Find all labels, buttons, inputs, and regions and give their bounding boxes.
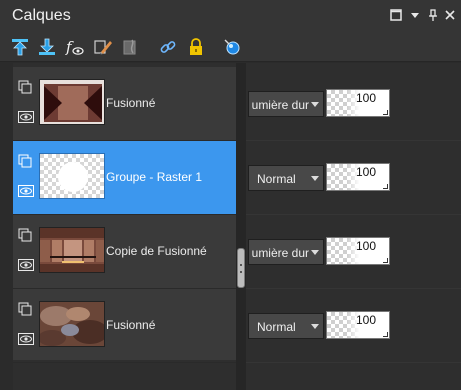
blend-mode-dropdown[interactable]: umière dur	[248, 239, 324, 265]
layer-type-icon	[18, 154, 32, 168]
layer-name: Fusionné	[106, 96, 156, 110]
layer-thumbnail	[39, 79, 105, 125]
resize-corner-icon	[383, 258, 388, 263]
opacity-value: 100	[356, 239, 377, 253]
layers-toolbar: f	[0, 32, 461, 62]
layer-thumbnail	[39, 153, 105, 199]
svg-text:f: f	[65, 38, 74, 56]
layer-thumbnail	[39, 227, 105, 273]
visibility-eye-icon[interactable]	[18, 184, 34, 197]
layer-name: Groupe - Raster 1	[106, 170, 203, 184]
chevron-down-icon	[311, 250, 319, 255]
mask-icon[interactable]	[121, 37, 141, 57]
layer-effects-icon[interactable]	[222, 37, 242, 57]
opacity-field[interactable]: 100	[326, 89, 390, 117]
layer-name: Copie de Fusionné	[106, 244, 207, 258]
layer-thumbnail	[39, 301, 105, 347]
blend-mode-dropdown[interactable]: umière dur	[248, 91, 324, 117]
resize-corner-icon	[383, 184, 388, 189]
blend-mode-value: umière dur	[251, 246, 309, 260]
move-layer-up-icon[interactable]	[10, 37, 30, 57]
blend-mode-value: umière dur	[251, 98, 309, 112]
link-icon[interactable]	[158, 37, 178, 57]
splitter-grip[interactable]	[237, 248, 245, 288]
blend-mode-dropdown[interactable]: Normal	[248, 165, 324, 191]
layer-row-fusionne-1[interactable]: Fusionné	[13, 67, 236, 141]
layer-row-fusionne-2[interactable]: Fusionné	[13, 289, 236, 363]
layer-properties-row: Normal 100	[246, 141, 461, 215]
panel-titlebar: Calques	[0, 0, 461, 32]
visibility-eye-icon[interactable]	[18, 332, 34, 345]
resize-corner-icon	[383, 332, 388, 337]
edit-brush-icon[interactable]	[93, 37, 113, 57]
column-splitter[interactable]	[236, 63, 246, 390]
layer-properties-row: umière dur 100	[246, 215, 461, 289]
panel-margin	[0, 63, 13, 390]
opacity-field[interactable]: 100	[326, 237, 390, 265]
resize-corner-icon	[383, 110, 388, 115]
layer-properties-row: umière dur 100	[246, 67, 461, 141]
lock-icon[interactable]	[186, 37, 206, 57]
chevron-down-icon	[311, 102, 319, 107]
layer-row-groupe-raster-1[interactable]: Groupe - Raster 1	[13, 141, 236, 215]
layer-row-copie-de-fusionne[interactable]: Copie de Fusionné	[13, 215, 236, 289]
layer-type-icon	[18, 80, 32, 94]
maximize-icon[interactable]	[389, 8, 403, 22]
layer-type-icon	[18, 228, 32, 242]
blend-mode-value: Normal	[257, 320, 296, 334]
visibility-toggle-icon[interactable]: f	[65, 37, 85, 57]
blend-mode-value: Normal	[257, 172, 296, 186]
blend-mode-dropdown[interactable]: Normal	[248, 313, 324, 339]
pin-icon[interactable]	[426, 8, 440, 22]
layer-properties-row: Normal 100	[246, 289, 461, 363]
move-layer-down-icon[interactable]	[37, 37, 57, 57]
opacity-value: 100	[356, 165, 377, 179]
visibility-eye-icon[interactable]	[18, 110, 34, 123]
close-icon[interactable]	[443, 8, 457, 22]
layer-type-icon	[18, 302, 32, 316]
panel-title: Calques	[12, 7, 71, 24]
visibility-eye-icon[interactable]	[18, 258, 34, 271]
opacity-field[interactable]: 100	[326, 311, 390, 339]
layer-name: Fusionné	[106, 318, 156, 332]
opacity-value: 100	[356, 91, 377, 105]
opacity-field[interactable]: 100	[326, 163, 390, 191]
chevron-down-icon	[311, 324, 319, 329]
chevron-down-icon	[311, 176, 319, 181]
opacity-value: 100	[356, 313, 377, 327]
dropdown-icon[interactable]	[408, 8, 422, 22]
